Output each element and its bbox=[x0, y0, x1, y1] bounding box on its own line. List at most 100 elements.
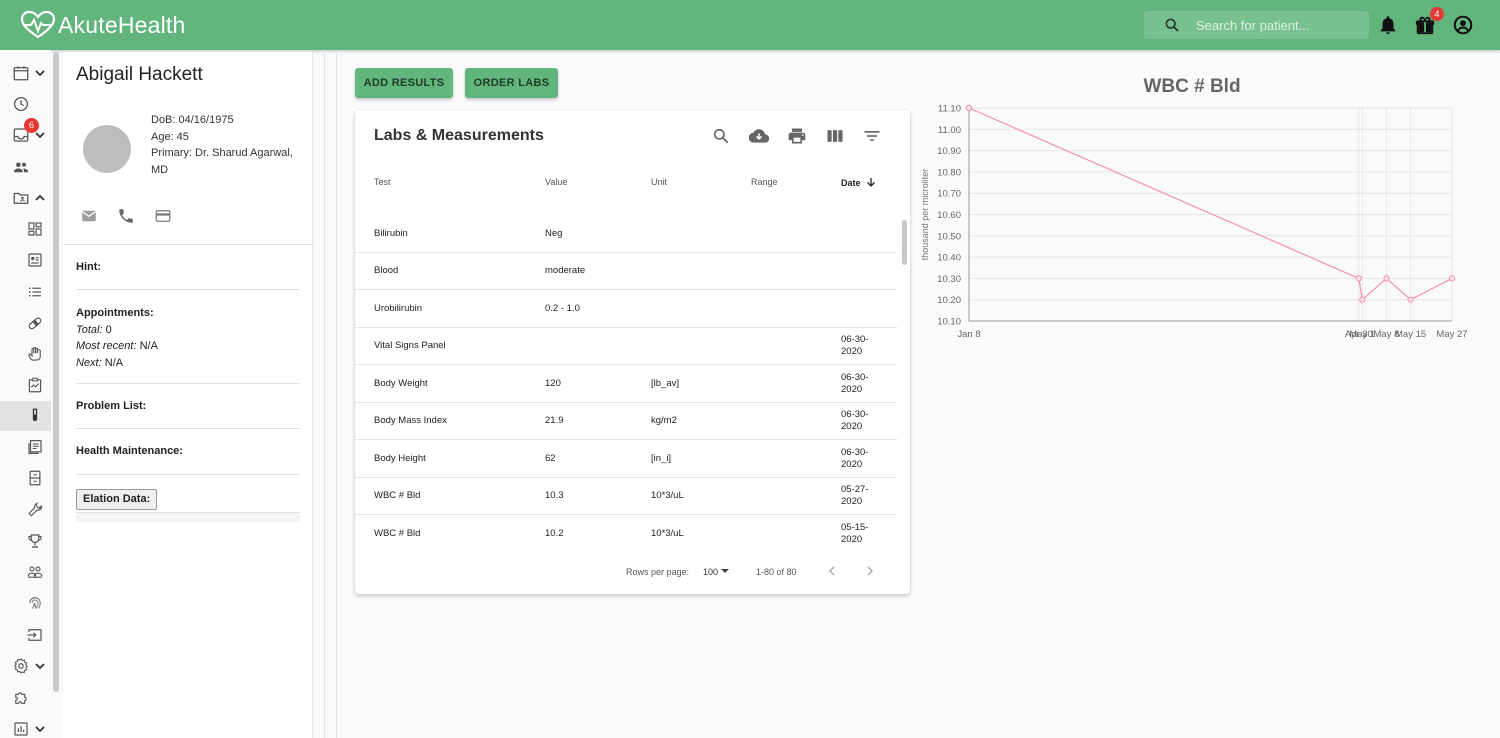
nav-integrations[interactable] bbox=[0, 683, 51, 713]
avatar bbox=[83, 125, 131, 173]
nav-allergies[interactable] bbox=[0, 339, 51, 369]
rail-scrollbar[interactable] bbox=[53, 52, 59, 692]
cell-value: 62 bbox=[545, 452, 556, 464]
appointments-section: Appointments: Total: 0 Most recent: N/A … bbox=[76, 305, 158, 371]
nav-medications[interactable] bbox=[0, 308, 51, 338]
y-tick-label: 10.70 bbox=[937, 189, 961, 200]
add-results-button[interactable]: ADD RESULTS bbox=[355, 68, 453, 98]
cell-test: Blood bbox=[374, 265, 399, 276]
patient-dob: DoB: 04/16/1975 bbox=[151, 114, 234, 126]
cell-value: 10.2 bbox=[545, 527, 564, 539]
chevron-left-icon[interactable] bbox=[825, 564, 839, 578]
patient-info: DoB: 04/16/1975 Age: 45 Primary: Dr. Sha… bbox=[151, 112, 301, 178]
nav-vitals[interactable] bbox=[0, 370, 51, 400]
data-point bbox=[1448, 275, 1456, 282]
puzzle-icon bbox=[15, 692, 27, 704]
next-label: Next: bbox=[76, 356, 102, 369]
divider bbox=[76, 428, 300, 429]
nav-identity[interactable] bbox=[0, 588, 51, 618]
cell-unit: kg/m2 bbox=[651, 415, 677, 426]
nav-records[interactable] bbox=[0, 463, 51, 493]
elation-data-button[interactable]: Elation Data: bbox=[76, 489, 158, 510]
table-row[interactable]: WBC # Bld 10.2 10*3/uL 05-15- 2020 bbox=[355, 515, 897, 549]
columns-button[interactable] bbox=[825, 126, 845, 146]
top-bar: AkuteHealth 4 bbox=[0, 0, 1500, 50]
cell-test: Body Weight bbox=[374, 377, 428, 389]
column-value[interactable]: Value bbox=[545, 177, 567, 187]
nav-import[interactable] bbox=[0, 620, 51, 650]
cell-test: WBC # Bld bbox=[374, 490, 421, 501]
total-value: 0 bbox=[102, 323, 112, 336]
column-unit[interactable]: Unit bbox=[651, 177, 667, 187]
cell-unit: 10*3/uL bbox=[651, 490, 684, 501]
clipboard-chart-icon bbox=[28, 377, 42, 393]
total-label: Total: bbox=[76, 323, 103, 336]
column-date[interactable]: Date bbox=[841, 177, 876, 188]
table-scroll-thumb[interactable] bbox=[902, 220, 907, 265]
chevron-right-icon[interactable] bbox=[863, 564, 877, 578]
nav-calendar[interactable] bbox=[0, 58, 51, 88]
group-icon bbox=[27, 566, 43, 578]
credit-card-icon[interactable] bbox=[154, 207, 172, 225]
nav-demographics[interactable] bbox=[0, 245, 51, 275]
nav-reports[interactable] bbox=[0, 714, 51, 738]
data-point bbox=[1383, 275, 1390, 282]
phone-icon[interactable] bbox=[117, 207, 135, 225]
folder-icon bbox=[13, 192, 29, 204]
nav-labs[interactable] bbox=[0, 401, 51, 431]
cell-test: Body Height bbox=[374, 452, 426, 464]
table-row[interactable]: Body Weight 120 [lb_av] 06-30- 2020 bbox=[355, 365, 897, 403]
nav-people[interactable] bbox=[0, 152, 51, 182]
table-row[interactable]: Vital Signs Panel 06-30- 2020 bbox=[355, 328, 897, 365]
y-tick-label: 10.20 bbox=[937, 295, 961, 306]
nav-care-team[interactable] bbox=[0, 557, 51, 587]
nav-history[interactable] bbox=[0, 89, 51, 119]
nav-patient-folder[interactable] bbox=[0, 183, 51, 213]
nav-settings[interactable] bbox=[0, 651, 51, 681]
search-input[interactable] bbox=[1196, 15, 1361, 35]
nav-list[interactable] bbox=[0, 277, 51, 307]
table-row[interactable]: Body Mass Index 21.9 kg/m2 06-30- 2020 bbox=[355, 403, 897, 440]
table-row[interactable]: WBC # Bld 10.3 10*3/uL 05-27- 2020 bbox=[355, 478, 897, 515]
cell-value: moderate bbox=[545, 265, 586, 276]
nav-documents[interactable] bbox=[0, 432, 51, 462]
app-logo[interactable]: AkuteHealth bbox=[20, 10, 186, 40]
rows-per-page-select[interactable]: 100 bbox=[703, 567, 729, 577]
chevron-down-icon bbox=[35, 70, 45, 77]
health-maintenance-label[interactable]: Health Maintenance: bbox=[76, 445, 183, 457]
filter-list-icon bbox=[864, 131, 880, 141]
calendar-icon bbox=[13, 66, 29, 81]
column-test[interactable]: Test bbox=[374, 177, 391, 187]
y-tick-label: 10.40 bbox=[937, 253, 961, 264]
order-labs-button[interactable]: ORDER LABS bbox=[465, 68, 558, 98]
cell-value: 0.2 - 1.0 bbox=[545, 302, 580, 314]
most-recent-label: Most recent: bbox=[76, 340, 137, 352]
y-tick-label: 10.90 bbox=[937, 146, 961, 157]
column-range[interactable]: Range bbox=[751, 177, 778, 187]
nav-dashboard[interactable] bbox=[0, 214, 51, 244]
bar-chart-icon bbox=[14, 722, 28, 736]
search-button[interactable] bbox=[711, 126, 731, 146]
problem-list-label[interactable]: Problem List: bbox=[76, 400, 146, 412]
print-icon bbox=[788, 128, 806, 144]
appointments-most-recent: Most recent: N/A bbox=[76, 338, 158, 355]
patient-search[interactable] bbox=[1144, 11, 1369, 39]
search-icon bbox=[713, 128, 729, 144]
filter-button[interactable] bbox=[862, 126, 882, 146]
table-row[interactable]: Bilirubin Neg bbox=[355, 215, 897, 253]
nav-tools[interactable] bbox=[0, 494, 51, 524]
table-scrollbar[interactable] bbox=[900, 160, 908, 550]
table-row[interactable]: Urobilirubin 0.2 - 1.0 bbox=[355, 290, 897, 328]
nav-goals[interactable] bbox=[0, 526, 51, 556]
x-tick-label: May 27 bbox=[1436, 329, 1467, 340]
table-row[interactable]: Blood moderate bbox=[355, 253, 897, 290]
chart-title: WBC # Bld bbox=[1143, 76, 1241, 97]
cell-test: Vital Signs Panel bbox=[374, 340, 446, 351]
cell-date: 06-30- 2020 bbox=[841, 446, 869, 470]
account-button[interactable] bbox=[1452, 14, 1474, 36]
print-button[interactable] bbox=[787, 126, 807, 146]
email-icon[interactable] bbox=[80, 207, 98, 225]
notifications-button[interactable] bbox=[1377, 14, 1399, 36]
download-button[interactable] bbox=[748, 126, 770, 146]
table-row[interactable]: Body Height 62 [in_i] 06-30- 2020 bbox=[355, 440, 897, 478]
